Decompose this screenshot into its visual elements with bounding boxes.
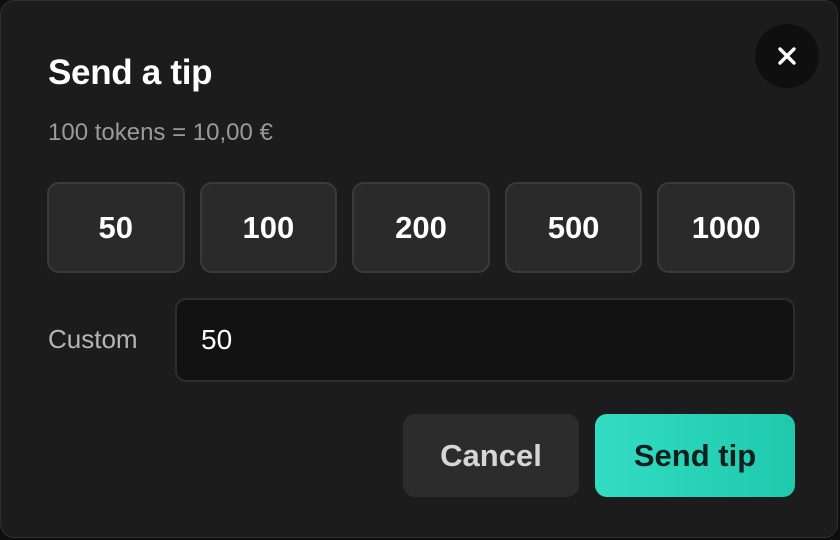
amount-button-500[interactable]: 500 bbox=[504, 182, 643, 273]
custom-amount-label: Custom bbox=[48, 324, 138, 354]
close-button[interactable] bbox=[755, 24, 819, 88]
amount-button-1000[interactable]: 1000 bbox=[657, 182, 795, 273]
close-icon bbox=[778, 47, 796, 65]
custom-amount-input[interactable] bbox=[175, 298, 795, 382]
cancel-button[interactable]: Cancel bbox=[403, 414, 579, 497]
dialog-title: Send a tip bbox=[48, 53, 213, 92]
amount-button-50[interactable]: 50 bbox=[47, 182, 185, 273]
send-tip-button[interactable]: Send tip bbox=[595, 414, 795, 497]
token-rate-text: 100 tokens = 10,00 € bbox=[48, 119, 273, 146]
send-tip-dialog: Send a tip 100 tokens = 10,00 € 50 100 2… bbox=[0, 0, 838, 538]
amount-button-100[interactable]: 100 bbox=[199, 182, 338, 273]
amount-button-200[interactable]: 200 bbox=[352, 182, 490, 273]
amount-options: 50 100 200 500 1000 bbox=[47, 182, 795, 273]
